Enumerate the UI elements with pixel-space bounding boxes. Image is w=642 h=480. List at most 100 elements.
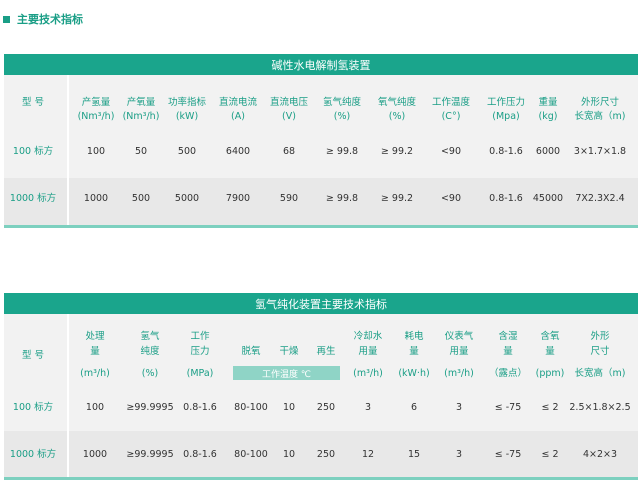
column-header: 再生	[316, 346, 336, 357]
table-cell: 3×1.7×1.8	[573, 146, 627, 157]
column-header-unit: (m³/h)	[353, 368, 383, 379]
table-cell: 1000	[82, 449, 108, 460]
column-header: 工作温度	[431, 97, 471, 108]
row-label: 100 标方	[12, 146, 54, 157]
column-header-unit: (kg)	[538, 111, 558, 122]
column-header: 外形	[590, 331, 610, 342]
column-header: 纯度	[140, 346, 160, 357]
column-header: 功率指标	[167, 97, 207, 108]
column-header-unit: (m³/h)	[444, 368, 474, 379]
column-header-unit: (A)	[231, 111, 245, 122]
table-cell: ≥99.9995	[126, 449, 174, 460]
column-header: 含湿	[498, 331, 518, 342]
table-cell: 12	[361, 449, 375, 460]
table-cell: 7900	[225, 193, 251, 204]
column-header: 仪表气	[444, 331, 474, 342]
column-header: 尺寸	[590, 346, 610, 357]
table-cell: <90	[440, 193, 462, 204]
table-cell: 0.8-1.6	[489, 193, 523, 204]
table-cell: 1000	[83, 193, 109, 204]
table-cell: 3	[455, 449, 463, 460]
column-header: 氢气纯度	[322, 97, 362, 108]
table-cell: 4×2×3	[582, 449, 618, 460]
column-header: 脱氧	[241, 346, 261, 357]
row-label: 100 标方	[12, 402, 54, 413]
row-label: 1000 标方	[9, 193, 57, 204]
table-cell: ≥ 99.2	[380, 193, 414, 204]
column-header: 耗电	[404, 331, 424, 342]
column-header: 压力	[190, 346, 210, 357]
table-cell: 590	[279, 193, 299, 204]
table-cell: 15	[407, 449, 421, 460]
column-header-unit: (C°)	[441, 111, 461, 122]
table-cell: 68	[282, 146, 296, 157]
electrolysis-table-title: 碱性水电解制氢装置	[4, 54, 638, 75]
column-header: 重量	[538, 97, 558, 108]
column-header-unit: (V)	[282, 111, 296, 122]
column-header: 含氧	[540, 331, 560, 342]
temp-band: 工作温度 ℃	[233, 366, 340, 380]
table-cell: 45000	[532, 193, 564, 204]
table-cell: 50	[134, 146, 148, 157]
table-cell: 80-100	[234, 402, 268, 413]
column-header-unit: (Mpa)	[492, 111, 520, 122]
table-bottom-bar	[4, 225, 638, 228]
column-header: 处理	[85, 331, 105, 342]
column-header-unit: (%)	[141, 368, 159, 379]
table-cell: 500	[131, 193, 151, 204]
table-cell: 3	[455, 402, 463, 413]
column-header: 直流电压	[269, 97, 309, 108]
table-cell: 100	[86, 146, 106, 157]
table-cell: 10	[282, 449, 296, 460]
table-cell: ≤ 2	[541, 449, 559, 460]
table-cell: ≥ 99.2	[380, 146, 414, 157]
table-cell: ≥ 99.8	[325, 193, 359, 204]
row-label: 1000 标方	[9, 449, 57, 460]
table-cell: 80-100	[234, 449, 268, 460]
table-cell: ≥ 99.8	[325, 146, 359, 157]
table-cell: 500	[177, 146, 197, 157]
column-header-unit: 长宽高（m)	[574, 368, 626, 379]
column-header: 工作	[190, 331, 210, 342]
column-header-unit: (%)	[388, 111, 406, 122]
column-header: 外形尺寸	[580, 97, 620, 108]
table-divider	[67, 75, 69, 225]
column-header-unit: (Nm³/h)	[122, 111, 160, 122]
table-cell: 0.8-1.6	[183, 402, 217, 413]
column-header: 工作压力	[486, 97, 526, 108]
purification-table-title: 氢气纯化装置主要技术指标	[4, 293, 638, 314]
column-header: 用量	[358, 346, 378, 357]
table-cell: 0.8-1.6	[489, 146, 523, 157]
column-header: 量	[409, 346, 419, 357]
table-cell: ≤ -75	[494, 449, 522, 460]
table-cell: 3	[364, 402, 372, 413]
column-header: 量	[503, 346, 513, 357]
column-header: 用量	[449, 346, 469, 357]
column-header: 量	[90, 346, 100, 357]
section-title-text: 主要技术指标	[17, 13, 83, 26]
table-cell: ≥99.9995	[126, 402, 174, 413]
column-header: 产氢量	[81, 97, 111, 108]
table-divider	[67, 314, 69, 480]
column-header-unit: (Nm³/h)	[77, 111, 115, 122]
column-header-unit: (ppm)	[535, 368, 565, 379]
section-marker-icon	[3, 15, 10, 23]
table-cell: 2.5×1.8×2.5	[569, 402, 631, 413]
table-cell: 7X2.3X2.4	[575, 193, 625, 204]
table-cell: <90	[440, 146, 462, 157]
table-cell: ≤ 2	[541, 402, 559, 413]
table-cell: 5000	[174, 193, 200, 204]
column-header: 型 号	[21, 97, 45, 108]
table-cell: 6400	[225, 146, 251, 157]
table-cell: 250	[316, 402, 336, 413]
column-header-unit: 长宽高（m)	[574, 111, 626, 122]
column-header-unit: (kW·h)	[398, 368, 430, 379]
table-cell: 6000	[535, 146, 561, 157]
section-title: 主要技术指标	[3, 11, 83, 27]
column-header: 氢气	[140, 331, 160, 342]
table-cell: 0.8-1.6	[183, 449, 217, 460]
column-header-unit: (MPa)	[186, 368, 214, 379]
table-cell: ≤ -75	[494, 402, 522, 413]
table-cell: 100	[85, 402, 105, 413]
column-header-unit: (kW)	[175, 111, 199, 122]
